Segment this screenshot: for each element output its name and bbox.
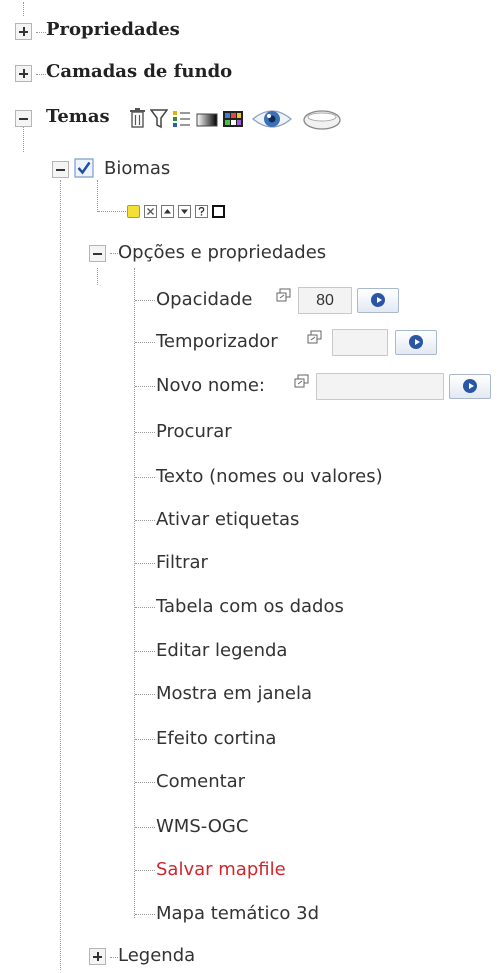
legend-list-icon[interactable] bbox=[172, 110, 191, 128]
rename-label: Novo nome: bbox=[156, 375, 265, 396]
popup-window-icon[interactable] bbox=[307, 330, 322, 344]
rename-apply-button[interactable] bbox=[449, 374, 491, 399]
popup-window-icon[interactable] bbox=[294, 374, 309, 388]
opacity-label: Opacidade bbox=[156, 289, 253, 310]
option-text-labels[interactable]: Texto (nomes ou valores) bbox=[156, 466, 383, 487]
tree-node-background-layers[interactable]: Camadas de fundo bbox=[46, 61, 232, 82]
layer-color-icon[interactable] bbox=[127, 205, 140, 218]
rename-input[interactable] bbox=[316, 373, 444, 400]
tree-node-themes[interactable]: Temas bbox=[46, 106, 110, 127]
option-wms-ogc[interactable]: WMS-OGC bbox=[156, 816, 248, 837]
legend-node[interactable]: Legenda bbox=[118, 945, 195, 966]
lens-icon[interactable] bbox=[302, 108, 342, 132]
option-search[interactable]: Procurar bbox=[156, 421, 232, 442]
zoom-extent-icon[interactable] bbox=[212, 205, 225, 218]
collapse-themes-icon[interactable] bbox=[15, 110, 32, 127]
option-enable-labels[interactable]: Ativar etiquetas bbox=[156, 509, 299, 530]
option-filter[interactable]: Filtrar bbox=[156, 552, 208, 573]
option-save-mapfile[interactable]: Salvar mapfile bbox=[156, 859, 286, 880]
gradient-ramp-icon[interactable] bbox=[196, 112, 218, 128]
expand-background-layers-icon[interactable] bbox=[15, 65, 32, 82]
opacity-apply-button[interactable] bbox=[357, 288, 399, 313]
help-icon[interactable] bbox=[195, 205, 208, 218]
collapse-layer-icon[interactable] bbox=[52, 161, 69, 178]
timer-label: Temporizador bbox=[156, 331, 278, 352]
layer-name[interactable]: Biomas bbox=[104, 158, 170, 179]
eye-icon[interactable] bbox=[251, 106, 293, 132]
option-show-in-window[interactable]: Mostra em janela bbox=[156, 683, 312, 704]
options-node[interactable]: Opções e propriedades bbox=[118, 242, 326, 263]
option-curtain-effect[interactable]: Efeito cortina bbox=[156, 728, 276, 749]
expand-properties-icon[interactable] bbox=[15, 23, 32, 40]
expand-legend-icon[interactable] bbox=[89, 948, 106, 965]
option-edit-legend[interactable]: Editar legenda bbox=[156, 640, 287, 661]
tree-node-properties[interactable]: Propriedades bbox=[46, 19, 180, 40]
timer-input[interactable] bbox=[332, 329, 388, 356]
collapse-options-icon[interactable] bbox=[89, 245, 106, 262]
popup-window-icon[interactable] bbox=[276, 288, 291, 302]
option-data-table[interactable]: Tabela com os dados bbox=[156, 596, 344, 617]
timer-apply-button[interactable] bbox=[395, 330, 437, 355]
option-comment[interactable]: Comentar bbox=[156, 771, 245, 792]
opacity-input[interactable] bbox=[298, 287, 352, 314]
filter-icon[interactable] bbox=[150, 109, 168, 129]
option-3d-thematic-map[interactable]: Mapa temático 3d bbox=[156, 903, 319, 924]
image-tiles-icon[interactable] bbox=[222, 110, 244, 128]
layer-visibility-checkbox[interactable] bbox=[74, 158, 94, 178]
move-up-icon[interactable] bbox=[161, 205, 174, 218]
remove-layer-icon[interactable] bbox=[144, 205, 157, 218]
move-down-icon[interactable] bbox=[178, 205, 191, 218]
trash-icon[interactable] bbox=[129, 107, 146, 129]
